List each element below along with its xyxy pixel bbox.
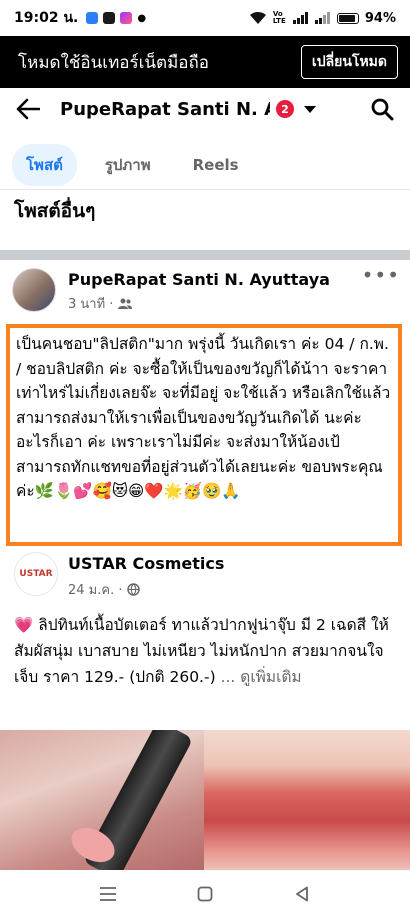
ustar-logo[interactable]: USTAR bbox=[14, 552, 58, 596]
lip-tint-applicator-photo bbox=[0, 730, 204, 870]
post-text: เป็นคนชอบ"ลิปสติก"มาก พรุ่งนี้ วันเกิดเร… bbox=[16, 335, 391, 500]
profile-header: PupeRapat Santi N. Ay... 2 bbox=[0, 88, 410, 130]
post-author[interactable]: PupeRapat Santi N. Ayuttaya bbox=[68, 270, 330, 289]
more-options-icon[interactable]: ••• bbox=[362, 265, 400, 285]
volte-label: Vo LTE bbox=[272, 10, 286, 25]
shared-body: ลิปทินท์เนื้อบัตเตอร์ ทาแล้วปากฟูน่าจุ๊บ… bbox=[14, 616, 389, 686]
data-mode-text: โหมดใช้อินเทอร์เน็ตมือถือ bbox=[18, 52, 210, 73]
status-time: 19:02 น. bbox=[14, 10, 79, 26]
section-divider bbox=[0, 250, 410, 260]
wifi-icon bbox=[249, 11, 266, 24]
chevron-down-icon[interactable] bbox=[304, 105, 316, 113]
friends-audience-icon bbox=[118, 298, 133, 309]
header-title[interactable]: PupeRapat Santi N. Ay... bbox=[60, 99, 270, 120]
signal-icon bbox=[292, 12, 308, 24]
dot-icon: ● bbox=[137, 12, 147, 24]
lips-photo bbox=[204, 730, 410, 870]
shared-subline: 24 ม.ค. · bbox=[68, 579, 224, 600]
system-nav-bar bbox=[0, 870, 410, 918]
search-icon[interactable] bbox=[368, 95, 396, 123]
status-app-icons: ● bbox=[86, 12, 146, 24]
tab-photos[interactable]: รูปภาพ bbox=[91, 144, 165, 186]
profile-tabs: โพสต์ รูปภาพ Reels bbox=[0, 140, 410, 190]
post-meta: PupeRapat Santi N. Ayuttaya 3 นาที · bbox=[68, 268, 330, 314]
messenger-app-icon bbox=[120, 12, 133, 24]
battery-icon bbox=[336, 12, 359, 24]
section-title: โพสต์อื่นๆ bbox=[14, 200, 96, 222]
post-subline: 3 นาที · bbox=[68, 293, 330, 314]
menu-icon[interactable] bbox=[93, 879, 123, 909]
post-header: PupeRapat Santi N. Ayuttaya 3 นาที · ••• bbox=[12, 265, 400, 320]
switch-mode-button[interactable]: เปลี่ยนโหมด bbox=[300, 45, 398, 79]
status-bar: 19:02 น. ● Vo LTE 94% bbox=[0, 0, 410, 36]
shared-time[interactable]: 24 ม.ค. · bbox=[68, 579, 122, 600]
shared-post[interactable]: USTAR USTAR Cosmetics 24 ม.ค. · 💗 ลิปทิน… bbox=[10, 552, 400, 690]
post-time[interactable]: 3 นาที · bbox=[68, 293, 113, 314]
data-mode-bar: โหมดใช้อินเทอร์เน็ตมือถือ เปลี่ยนโหมด bbox=[0, 36, 410, 88]
back-arrow-icon[interactable] bbox=[14, 95, 42, 123]
app-icon-blue bbox=[86, 12, 99, 24]
shared-author[interactable]: USTAR Cosmetics bbox=[68, 554, 224, 573]
globe-icon bbox=[127, 583, 141, 596]
see-more-link[interactable]: ... ดูเพิ่มเติม bbox=[221, 668, 302, 686]
tab-reels[interactable]: Reels bbox=[179, 147, 253, 183]
line-app-icon bbox=[103, 12, 116, 24]
post-text-highlight: เป็นคนชอบ"ลิปสติก"มาก พรุ่งนี้ วันเกิดเร… bbox=[6, 324, 402, 546]
back-icon[interactable] bbox=[287, 879, 317, 909]
avatar[interactable] bbox=[12, 268, 56, 312]
signal-icon-2 bbox=[314, 12, 330, 24]
shared-photo[interactable] bbox=[0, 730, 410, 870]
battery-level: 94% bbox=[364, 10, 396, 26]
shared-post-header: USTAR USTAR Cosmetics 24 ม.ค. · bbox=[10, 552, 400, 600]
notification-badge: 2 bbox=[276, 100, 294, 118]
heart-emoji: 💗 bbox=[14, 616, 34, 634]
home-icon[interactable] bbox=[190, 879, 220, 909]
tab-posts[interactable]: โพสต์ bbox=[12, 143, 77, 186]
status-right: Vo LTE 94% bbox=[249, 11, 396, 26]
shared-text: 💗 ลิปทินท์เนื้อบัตเตอร์ ทาแล้วปากฟูน่าจุ… bbox=[10, 612, 400, 690]
shared-meta: USTAR Cosmetics 24 ม.ค. · bbox=[68, 552, 224, 600]
